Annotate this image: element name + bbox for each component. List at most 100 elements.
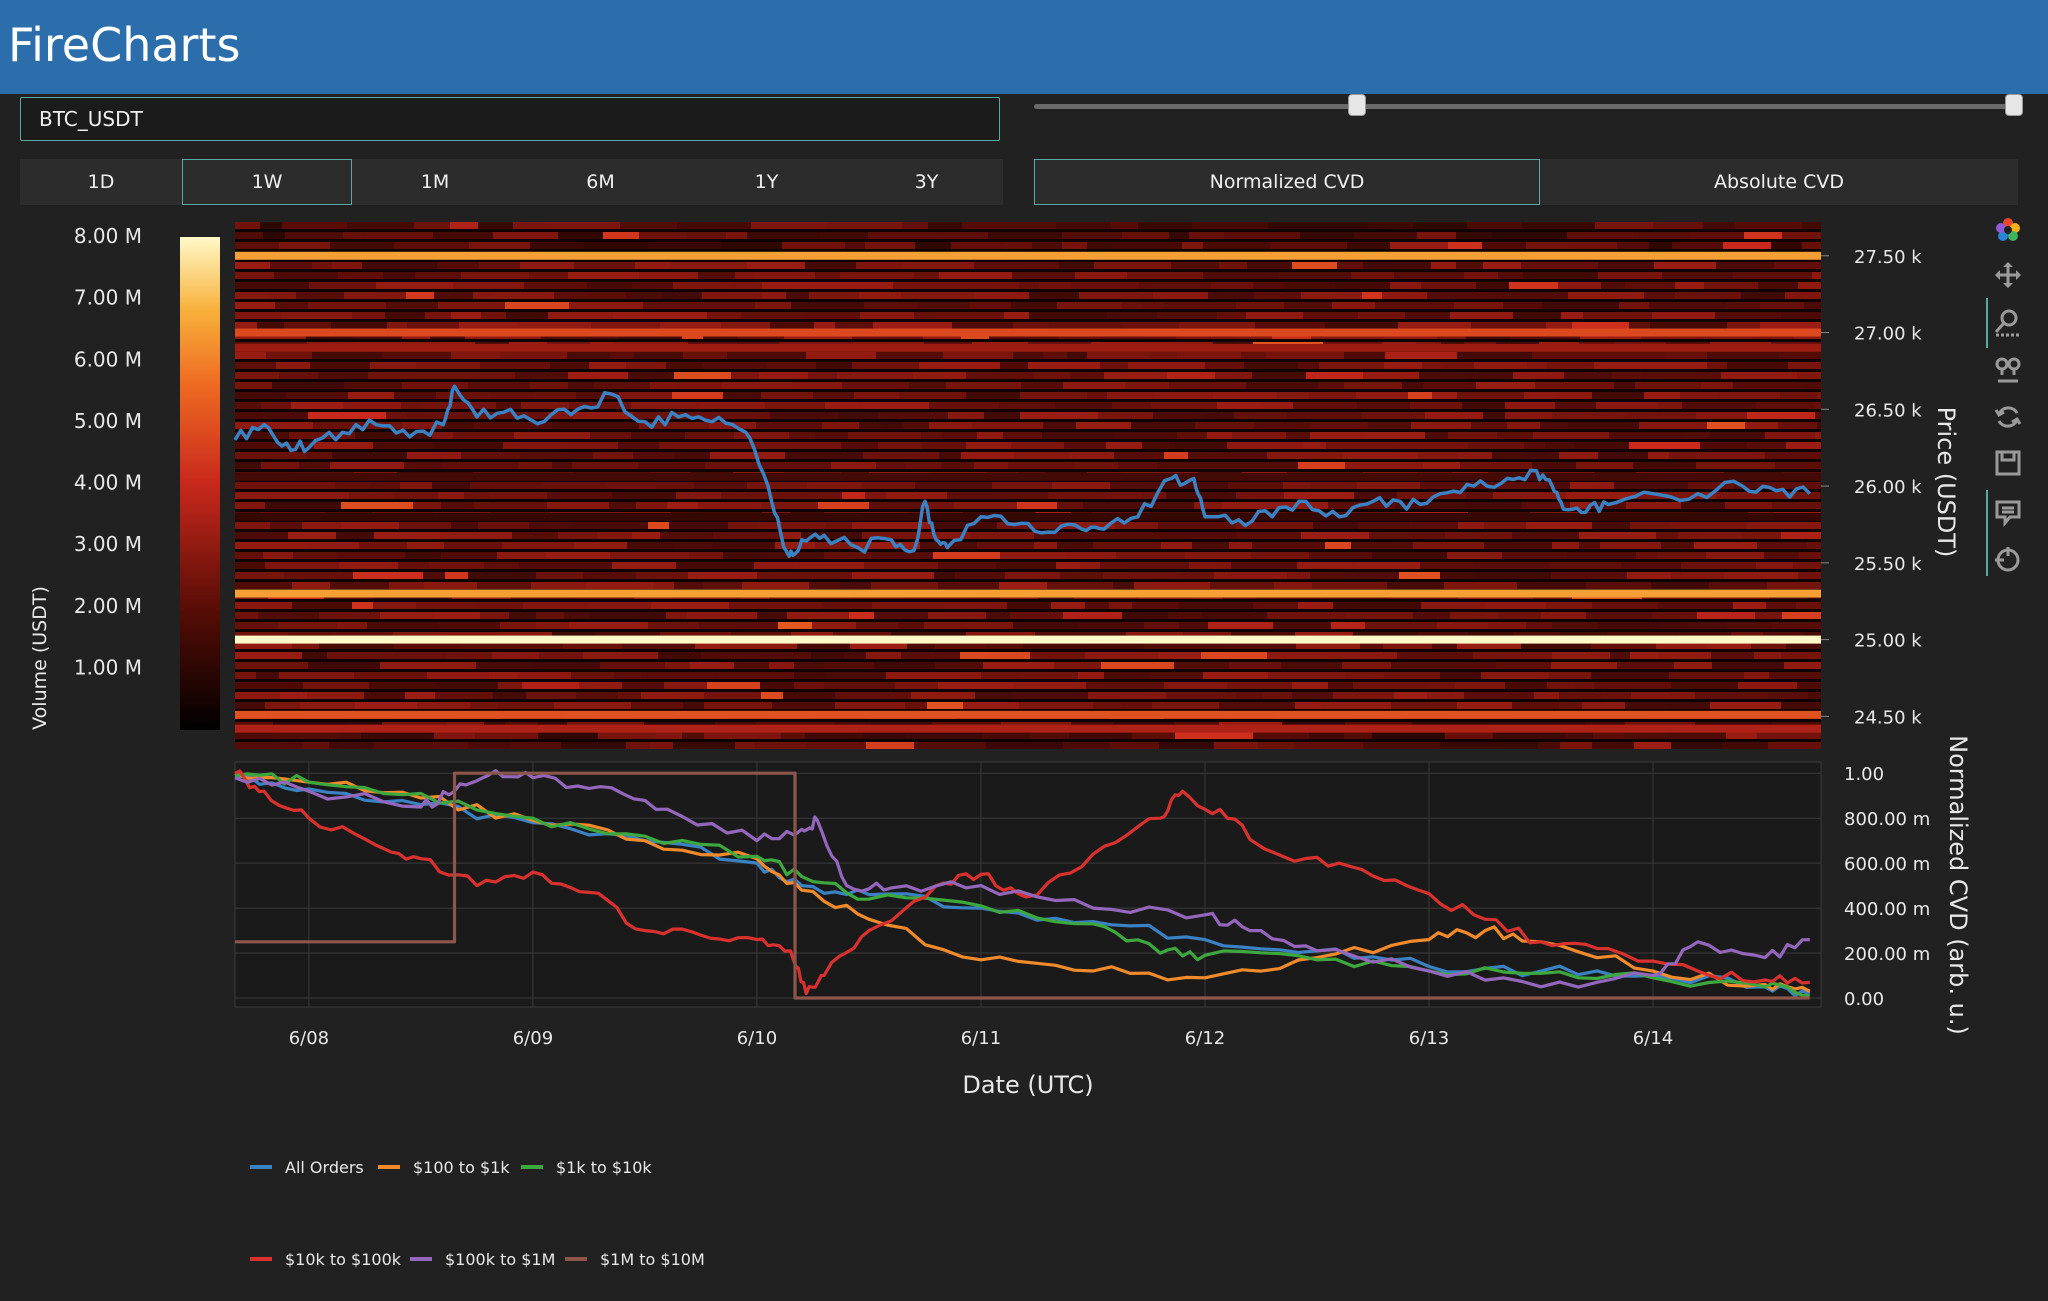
heatmap-cell (1227, 682, 1292, 689)
heatmap-cell (1592, 392, 1644, 399)
heatmap-cell (293, 552, 338, 559)
pan-icon[interactable] (1986, 257, 2030, 293)
heatmap-cell (1706, 642, 1751, 649)
heatmap-cell (1207, 432, 1232, 439)
zoom-icon[interactable] (1986, 304, 2030, 340)
heatmap-cell (622, 682, 664, 689)
reset-axes-icon[interactable] (1986, 399, 2030, 435)
timeframe-6m-button[interactable]: 6M (518, 159, 683, 205)
heatmap-cell (1215, 372, 1252, 379)
heatmap-cell (1671, 742, 1722, 749)
heatmap-cell (1048, 492, 1106, 499)
heatmap-cell (1772, 722, 1821, 729)
normalized-cvd-button[interactable]: Normalized CVD (1034, 159, 1540, 205)
heatmap-cell (235, 602, 292, 609)
heatmap-cell (1772, 622, 1821, 629)
heatmap-cell (1344, 732, 1372, 739)
lasso-icon[interactable] (1986, 352, 2030, 388)
heatmap-cell (1309, 552, 1372, 559)
heatmap-cell (235, 412, 308, 419)
heatmap-cell (1327, 652, 1397, 659)
heatmap-cell (1716, 492, 1795, 499)
heatmap-cell (539, 652, 583, 659)
heatmap-cell (415, 272, 461, 279)
heatmap-cell (1502, 552, 1567, 559)
heatmap-cell (1796, 602, 1821, 609)
symbol-input[interactable] (20, 97, 1000, 141)
spike-lines-icon[interactable] (1986, 542, 2030, 578)
date-axis-title: Date (UTC) (962, 1071, 1093, 1099)
heatmap-cell (1658, 602, 1733, 609)
heatmap-cell (1297, 562, 1355, 569)
heatmap-cell (951, 242, 1003, 249)
range-handle-start[interactable] (1348, 94, 1367, 116)
heatmap-cell (553, 252, 593, 259)
heatmap-plot[interactable] (233, 222, 1821, 749)
heatmap-cell (1219, 702, 1295, 709)
timeframe-1w-button[interactable]: 1W (182, 159, 352, 205)
heatmap-cell (1680, 392, 1719, 399)
heatmap-cell (869, 502, 922, 509)
heatmap-cell (962, 222, 1000, 229)
heatmap-cell (618, 692, 641, 699)
heatmap-cell (1505, 412, 1552, 419)
heatmap-cell (1115, 522, 1158, 529)
heatmap-cell (436, 392, 491, 399)
date-tick-label: 6/12 (1185, 1028, 1225, 1049)
heatmap-cell (784, 332, 852, 339)
heatmap-cell (447, 722, 484, 729)
heatmap-cell (572, 462, 638, 469)
heatmap-cell (1544, 722, 1585, 729)
heatmap-cell (282, 312, 352, 319)
heatmap-cell (939, 452, 961, 459)
heatmap-cell (427, 672, 489, 679)
heatmap-cell (641, 692, 704, 699)
heatmap-cell (1246, 312, 1303, 319)
heatmap-cell (1399, 572, 1440, 579)
heatmap-cell (1100, 332, 1176, 339)
heatmap-cell (866, 742, 914, 749)
heatmap-cell (1164, 712, 1225, 719)
heatmap-cell (1067, 352, 1087, 359)
cvd-plot[interactable] (234, 761, 1822, 1008)
heatmap-cell (865, 492, 886, 499)
timeframe-1m-button[interactable]: 1M (352, 159, 518, 205)
price-level-band (235, 512, 1821, 521)
heatmap-cell (550, 512, 626, 519)
heatmap-cell (635, 262, 670, 269)
heatmap-cell (1812, 272, 1821, 279)
heatmap-cell (1363, 262, 1387, 269)
heatmap-cell (740, 592, 769, 599)
heatmap-cell (586, 562, 612, 569)
heatmap-cell (851, 592, 905, 599)
heatmap-cell (827, 222, 902, 229)
hover-compare-icon[interactable] (1986, 495, 2030, 531)
timeframe-1d-button[interactable]: 1D (20, 159, 182, 205)
heatmap-cell (1014, 452, 1069, 459)
download-icon[interactable] (1986, 445, 2030, 481)
timeframe-3y-button[interactable]: 3Y (850, 159, 1003, 205)
absolute-cvd-button[interactable]: Absolute CVD (1540, 159, 2018, 205)
heatmap-cell (1091, 342, 1144, 349)
heatmap-cell (881, 422, 902, 429)
heatmap-cell (574, 542, 627, 549)
heatmap-cell (1138, 222, 1192, 229)
heatmap-cell (235, 262, 270, 269)
heatmap-cell (423, 572, 445, 579)
heatmap-cell (1234, 332, 1272, 339)
heatmap-cell (1012, 692, 1088, 699)
heatmap-cell (1704, 282, 1758, 289)
heatmap-cell (306, 712, 348, 719)
heatmap-cell (1003, 242, 1032, 249)
heatmap-cell (1357, 402, 1410, 409)
heatmap-cell (674, 712, 728, 719)
range-handle-end[interactable] (2005, 94, 2023, 116)
heatmap-cell (1038, 592, 1074, 599)
timeframe-1y-button[interactable]: 1Y (683, 159, 850, 205)
plotly-logo-icon[interactable] (1986, 212, 2030, 248)
heatmap-cell (1533, 592, 1572, 599)
heatmap-cell (1363, 472, 1417, 479)
date-range-slider[interactable] (1034, 104, 2014, 109)
heatmap-cell (1742, 532, 1781, 539)
heatmap-cell (723, 392, 761, 399)
